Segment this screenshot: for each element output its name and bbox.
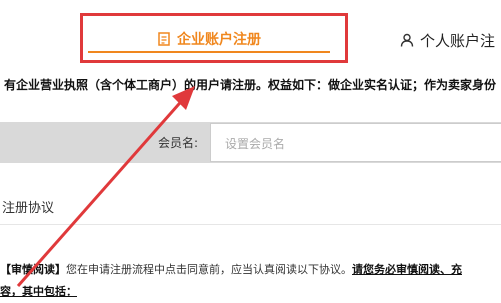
agreement-line2: 容，其中包括：: [0, 285, 77, 298]
agreement-section-title: 注册协议: [2, 201, 55, 216]
tab-company-registration[interactable]: 企业账户注册: [80, 13, 348, 63]
agreement-line-2: 容，其中包括：: [0, 281, 501, 303]
registration-notice: 有企业营业执照（含个体工商户）的用户请注册。权益如下：做企业实名认证；作为卖家身…: [4, 78, 497, 92]
tab-company-label: 企业账户注册: [177, 32, 261, 48]
registration-tabs: 企业账户注册 个人账户注: [0, 0, 501, 70]
active-tab-underline: [88, 51, 330, 53]
agreement-emphasis: 请您务必审慎阅读、充: [352, 263, 462, 276]
agreement-body: 您在申请注册流程中点击同意前，应当认真阅读以下协议。: [66, 263, 352, 276]
tab-personal-registration[interactable]: 个人账户注: [400, 30, 495, 50]
agreement-text: 【审慎阅读】您在申请注册流程中点击同意前，应当认真阅读以下协议。请您务必审慎阅读…: [0, 259, 501, 303]
person-icon: [400, 33, 414, 47]
agreement-prefix: 【审慎阅读】: [0, 263, 66, 276]
member-name-label: 会员名:: [158, 136, 199, 150]
tab-personal-label: 个人账户注: [420, 31, 496, 50]
member-name-input[interactable]: 设置会员名: [210, 123, 501, 162]
tab-company-inner: 企业账户注册: [88, 24, 330, 54]
section-divider: [0, 224, 501, 225]
agreement-line-1: 【审慎阅读】您在申请注册流程中点击同意前，应当认真阅读以下协议。请您务必审慎阅读…: [0, 259, 501, 281]
document-icon: [158, 32, 170, 46]
